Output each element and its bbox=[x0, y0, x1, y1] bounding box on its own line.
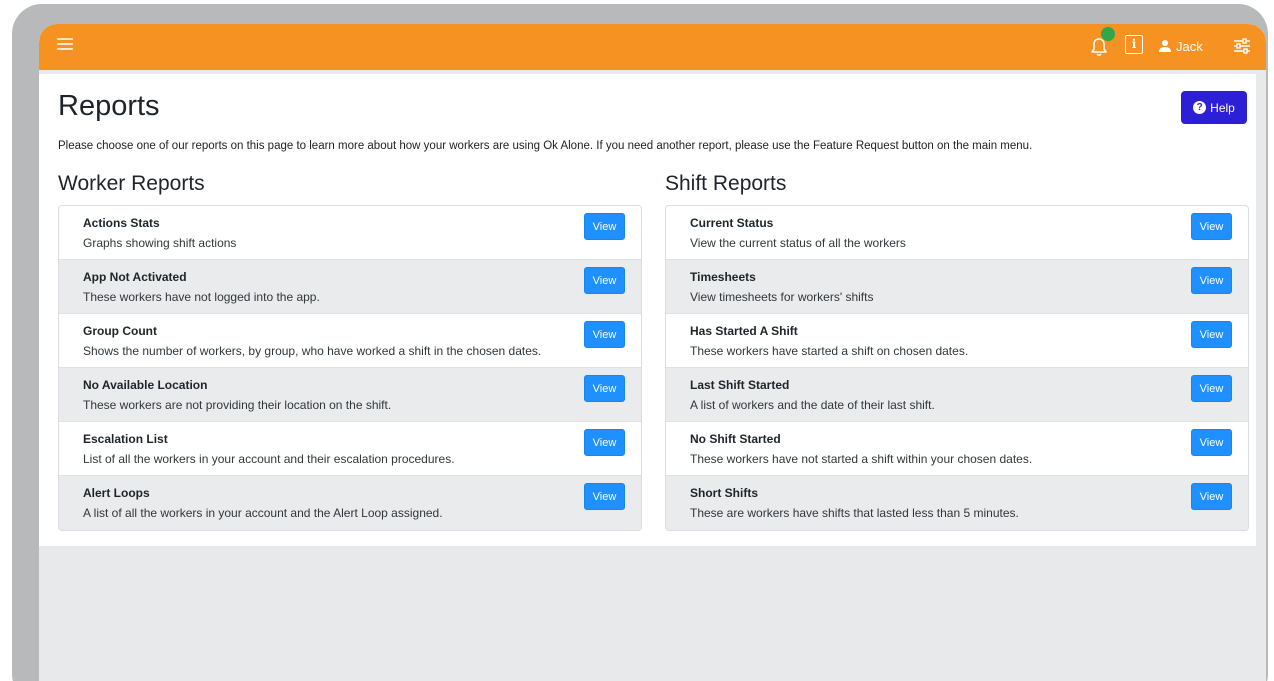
view-button[interactable]: View bbox=[1191, 321, 1232, 348]
report-title: No Available Location bbox=[83, 378, 208, 392]
worker-reports-title: Worker Reports bbox=[58, 172, 205, 195]
report-title: Group Count bbox=[83, 324, 157, 338]
report-description: View the current status of all the worke… bbox=[690, 236, 906, 250]
view-button[interactable]: View bbox=[584, 429, 625, 456]
report-title: Has Started A Shift bbox=[690, 324, 798, 338]
report-title: App Not Activated bbox=[83, 270, 187, 284]
list-item: App Not Activated These workers have not… bbox=[59, 260, 641, 314]
list-item: Has Started A Shift These workers have s… bbox=[666, 314, 1248, 368]
list-item: Last Shift Started A list of workers and… bbox=[666, 368, 1248, 422]
list-item: Group Count Shows the number of workers,… bbox=[59, 314, 641, 368]
view-button[interactable]: View bbox=[1191, 429, 1232, 456]
user-icon bbox=[1159, 40, 1171, 52]
reports-panel: Reports ? Help Please choose one of our … bbox=[39, 74, 1256, 546]
view-button[interactable]: View bbox=[584, 321, 625, 348]
view-button[interactable]: View bbox=[584, 375, 625, 402]
list-item: Escalation List List of all the workers … bbox=[59, 422, 641, 476]
intro-text: Please choose one of our reports on this… bbox=[58, 140, 1033, 152]
user-name: Jack bbox=[1176, 38, 1203, 54]
app-screen: i Jack Reports ? Help Please choose one … bbox=[39, 24, 1266, 681]
help-button[interactable]: ? Help bbox=[1181, 91, 1247, 124]
list-item: Alert Loops A list of all the workers in… bbox=[59, 476, 641, 530]
report-title: Alert Loops bbox=[83, 486, 150, 500]
report-description: A list of all the workers in your accoun… bbox=[83, 506, 443, 520]
report-title: Short Shifts bbox=[690, 486, 758, 500]
worker-reports-list: Actions Stats Graphs showing shift actio… bbox=[58, 205, 642, 531]
report-description: These workers are not providing their lo… bbox=[83, 398, 392, 412]
view-button[interactable]: View bbox=[1191, 483, 1232, 510]
top-bar: i Jack bbox=[39, 24, 1266, 70]
list-item: No Shift Started These workers have not … bbox=[666, 422, 1248, 476]
shift-reports-list: Current Status View the current status o… bbox=[665, 205, 1249, 531]
report-description: These are workers have shifts that laste… bbox=[690, 506, 1019, 520]
report-title: Last Shift Started bbox=[690, 378, 790, 392]
view-button[interactable]: View bbox=[1191, 267, 1232, 294]
report-description: These workers have not started a shift w… bbox=[690, 452, 1033, 466]
notification-badge bbox=[1101, 27, 1115, 41]
tablet-frame: i Jack Reports ? Help Please choose one … bbox=[12, 4, 1268, 681]
list-item: Current Status View the current status o… bbox=[666, 206, 1248, 260]
view-button[interactable]: View bbox=[1191, 375, 1232, 402]
report-description: Graphs showing shift actions bbox=[83, 236, 237, 250]
list-item: Timesheets View timesheets for workers' … bbox=[666, 260, 1248, 314]
help-button-label: Help bbox=[1210, 100, 1235, 115]
report-title: Timesheets bbox=[690, 270, 756, 284]
report-description: A list of workers and the date of their … bbox=[690, 398, 935, 412]
info-icon[interactable]: i bbox=[1125, 35, 1143, 54]
report-title: No Shift Started bbox=[690, 432, 781, 446]
report-description: List of all the workers in your account … bbox=[83, 452, 455, 466]
view-button[interactable]: View bbox=[584, 483, 625, 510]
report-title: Current Status bbox=[690, 216, 774, 230]
page-title: Reports bbox=[58, 90, 160, 122]
sliders-icon[interactable] bbox=[1233, 37, 1251, 55]
list-item: Actions Stats Graphs showing shift actio… bbox=[59, 206, 641, 260]
report-description: Shows the number of workers, by group, w… bbox=[83, 344, 542, 358]
report-title: Escalation List bbox=[83, 432, 168, 446]
view-button[interactable]: View bbox=[584, 267, 625, 294]
report-description: View timesheets for workers' shifts bbox=[690, 290, 874, 304]
user-menu[interactable]: Jack bbox=[1158, 36, 1203, 56]
question-icon: ? bbox=[1193, 101, 1207, 114]
view-button[interactable]: View bbox=[1191, 213, 1232, 240]
shift-reports-title: Shift Reports bbox=[665, 172, 787, 195]
list-item: No Available Location These workers are … bbox=[59, 368, 641, 422]
report-description: These workers have started a shift on ch… bbox=[690, 344, 969, 358]
report-title: Actions Stats bbox=[83, 216, 160, 230]
list-item: Short Shifts These are workers have shif… bbox=[666, 476, 1248, 530]
view-button[interactable]: View bbox=[584, 213, 625, 240]
report-description: These workers have not logged into the a… bbox=[83, 290, 320, 304]
menu-icon[interactable] bbox=[55, 35, 75, 55]
